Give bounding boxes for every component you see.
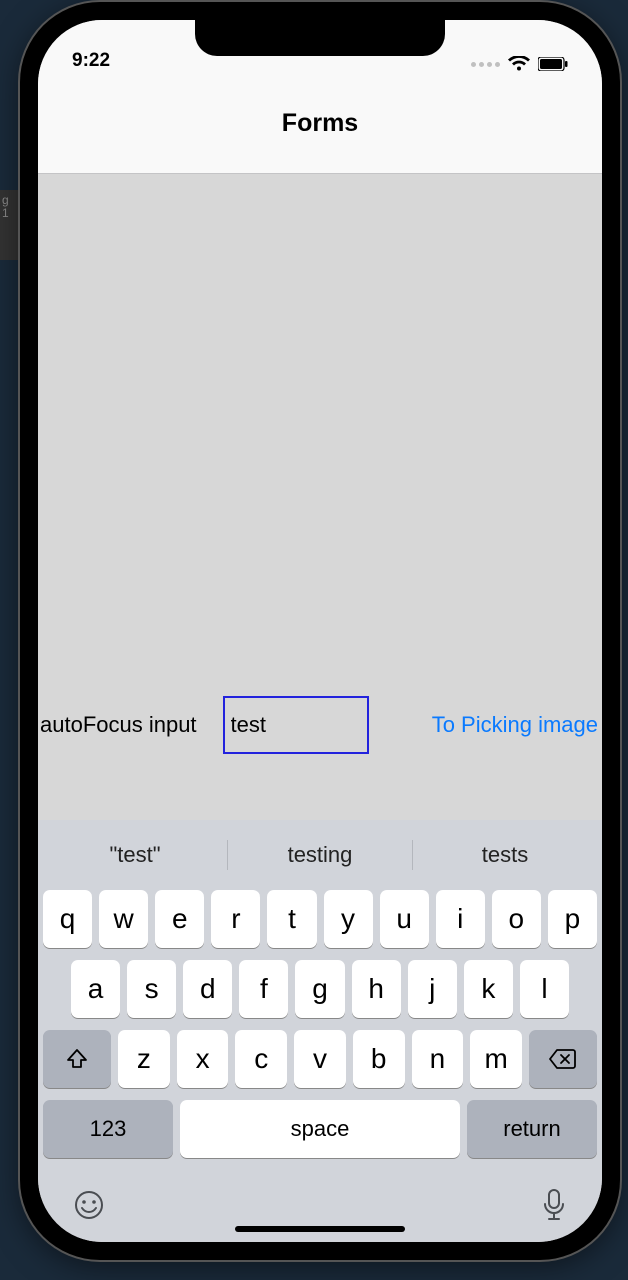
key-s[interactable]: s [127,960,176,1018]
delete-key[interactable] [529,1030,597,1088]
key-y[interactable]: y [324,890,373,948]
space-key[interactable]: space [180,1100,460,1158]
shift-icon [65,1047,89,1071]
key-f[interactable]: f [239,960,288,1018]
cellular-icon [471,62,500,67]
return-key[interactable]: return [467,1100,597,1158]
numeric-key[interactable]: 123 [43,1100,173,1158]
key-w[interactable]: w [99,890,148,948]
screen: 9:22 Forms autoFocus input To [38,20,602,1242]
key-z[interactable]: z [118,1030,170,1088]
mic-icon[interactable] [541,1188,567,1230]
status-time: 9:22 [72,50,110,72]
key-r[interactable]: r [211,890,260,948]
key-v[interactable]: v [294,1030,346,1088]
suggestion-2[interactable]: testing [228,842,412,868]
delete-icon [549,1048,577,1070]
suggestion-bar: "test" testing tests [43,830,597,880]
keyboard-bottom-row [43,1170,597,1234]
home-indicator[interactable] [235,1226,405,1232]
emoji-icon[interactable] [73,1189,105,1229]
key-u[interactable]: u [380,890,429,948]
key-k[interactable]: k [464,960,513,1018]
key-d[interactable]: d [183,960,232,1018]
navigation-bar: Forms [38,74,602,174]
key-o[interactable]: o [492,890,541,948]
key-t[interactable]: t [267,890,316,948]
status-icons [471,56,568,72]
battery-icon [538,57,568,71]
key-h[interactable]: h [352,960,401,1018]
key-q[interactable]: q [43,890,92,948]
key-e[interactable]: e [155,890,204,948]
keyboard: "test" testing tests q w e r t y u i o p… [38,820,602,1242]
key-row-1: q w e r t y u i o p [43,890,597,948]
form-row: autoFocus input To Picking image [38,696,602,754]
page-title: Forms [282,109,358,138]
input-label: autoFocus input [40,712,197,738]
key-a[interactable]: a [71,960,120,1018]
phone-frame: 9:22 Forms autoFocus input To [20,2,620,1260]
key-i[interactable]: i [436,890,485,948]
key-b[interactable]: b [353,1030,405,1088]
suggestion-1[interactable]: "test" [43,842,227,868]
to-picking-image-link[interactable]: To Picking image [432,712,598,738]
notch [195,20,445,56]
key-c[interactable]: c [235,1030,287,1088]
key-l[interactable]: l [520,960,569,1018]
key-row-3: z x c v b n m [43,1030,597,1088]
content-area[interactable]: autoFocus input To Picking image [38,174,602,820]
wifi-icon [508,56,530,72]
key-row-2: a s d f g h j k l [43,960,597,1018]
key-g[interactable]: g [295,960,344,1018]
key-m[interactable]: m [470,1030,522,1088]
key-n[interactable]: n [412,1030,464,1088]
suggestion-3[interactable]: tests [413,842,597,868]
key-p[interactable]: p [548,890,597,948]
key-x[interactable]: x [177,1030,229,1088]
key-row-4: 123 space return [43,1100,597,1158]
shift-key[interactable] [43,1030,111,1088]
key-j[interactable]: j [408,960,457,1018]
autofocus-input[interactable] [223,696,369,754]
